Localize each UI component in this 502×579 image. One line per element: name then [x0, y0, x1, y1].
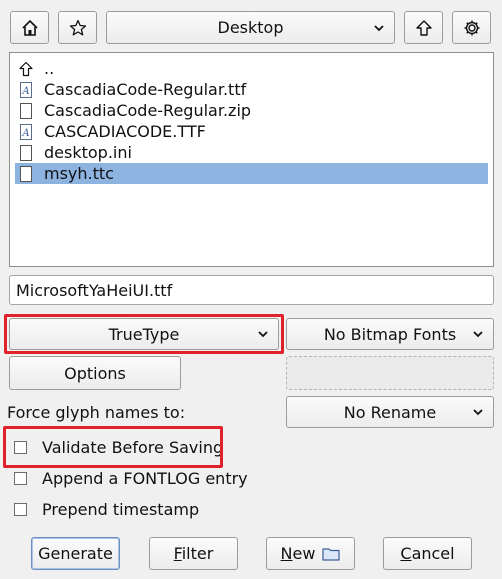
timestamp-checkbox[interactable]: [14, 502, 27, 516]
glyph-names-value: No Rename: [343, 402, 437, 422]
parent-dir-icon: [19, 61, 33, 76]
new-mnemonic: N: [280, 544, 293, 563]
validate-checkbox[interactable]: [14, 440, 27, 454]
outline-format-dropdown[interactable]: TrueType: [9, 318, 279, 350]
svg-text:A: A: [21, 86, 29, 97]
home-button[interactable]: [10, 11, 49, 44]
timestamp-label: Prepend timestamp: [42, 499, 200, 519]
new-label: New: [281, 544, 316, 563]
file-name: ..: [44, 59, 55, 78]
file-row-selected[interactable]: msyh.ttc: [15, 163, 488, 184]
star-icon: [69, 19, 86, 35]
chevron-down-icon: [473, 331, 483, 338]
filter-label: Filter: [174, 544, 214, 563]
fontlog-checkbox[interactable]: [14, 471, 27, 485]
font-file-icon: A: [20, 123, 32, 140]
home-icon: [21, 19, 38, 36]
filter-label-rest: ilter: [181, 544, 214, 563]
cancel-mnemonic: C: [400, 544, 412, 563]
bookmarks-button[interactable]: [58, 11, 97, 44]
file-icon: [20, 144, 32, 161]
file-name: desktop.ini: [44, 143, 132, 162]
parent-directory-button[interactable]: [404, 11, 443, 44]
cancel-button[interactable]: Cancel: [383, 537, 472, 570]
filter-mnemonic: F: [173, 544, 182, 563]
cancel-label-rest: ancel: [411, 544, 455, 563]
directory-label: Desktop: [217, 18, 284, 37]
cancel-label: Cancel: [400, 544, 454, 563]
fontlog-label: Append a FONTLOG entry: [42, 468, 248, 488]
file-row[interactable]: A CascadiaCode-Regular.ttf: [15, 79, 488, 100]
svg-text:A: A: [21, 128, 29, 139]
new-folder-button[interactable]: New: [266, 537, 355, 570]
generate-label: Generate: [38, 544, 113, 563]
chevron-down-icon: [374, 24, 384, 31]
fontlog-checkbox-row[interactable]: Append a FONTLOG entry: [14, 467, 248, 489]
force-glyph-names-label: Force glyph names to:: [7, 403, 186, 422]
outline-format-label: TrueType: [108, 324, 180, 344]
file-icon: [20, 102, 32, 119]
timestamp-checkbox-row[interactable]: Prepend timestamp: [14, 498, 199, 520]
settings-button[interactable]: [452, 11, 491, 44]
glyph-names-dropdown[interactable]: No Rename: [286, 396, 494, 428]
filename-input[interactable]: MicrosoftYaHeiUI.ttf: [9, 275, 494, 305]
chevron-down-icon: [473, 409, 483, 416]
file-name: CascadiaCode-Regular.ttf: [44, 80, 247, 99]
filter-button[interactable]: Filter: [149, 537, 238, 570]
file-row-parent[interactable]: ..: [15, 58, 488, 79]
folder-icon: [322, 547, 341, 561]
file-row[interactable]: desktop.ini: [15, 142, 488, 163]
file-name: CASCADIACODE.TTF: [44, 122, 206, 141]
chevron-down-icon: [258, 331, 268, 338]
file-icon: [20, 165, 32, 182]
gear-icon: [464, 20, 479, 35]
bitmap-format-dropdown[interactable]: No Bitmap Fonts: [286, 318, 494, 350]
file-name: msyh.ttc: [44, 164, 114, 183]
new-label-rest: ew: [292, 544, 316, 563]
generate-button[interactable]: Generate: [31, 537, 120, 570]
filename-value: MicrosoftYaHeiUI.ttf: [16, 280, 173, 300]
disabled-field: [286, 356, 494, 390]
directory-dropdown[interactable]: Desktop: [106, 11, 395, 44]
options-label: Options: [64, 363, 126, 383]
validate-label: Validate Before Saving: [42, 437, 224, 457]
validate-checkbox-row[interactable]: Validate Before Saving: [14, 436, 223, 458]
file-name: CascadiaCode-Regular.zip: [44, 101, 252, 120]
bitmap-format-label: No Bitmap Fonts: [323, 324, 457, 344]
file-row[interactable]: A CASCADIACODE.TTF: [15, 121, 488, 142]
file-list[interactable]: .. A CascadiaCode-Regular.ttf CascadiaCo…: [9, 52, 494, 267]
options-button[interactable]: Options: [9, 356, 181, 390]
font-file-icon: A: [20, 81, 32, 98]
file-row[interactable]: CascadiaCode-Regular.zip: [15, 100, 488, 121]
arrow-up-icon: [415, 19, 432, 36]
